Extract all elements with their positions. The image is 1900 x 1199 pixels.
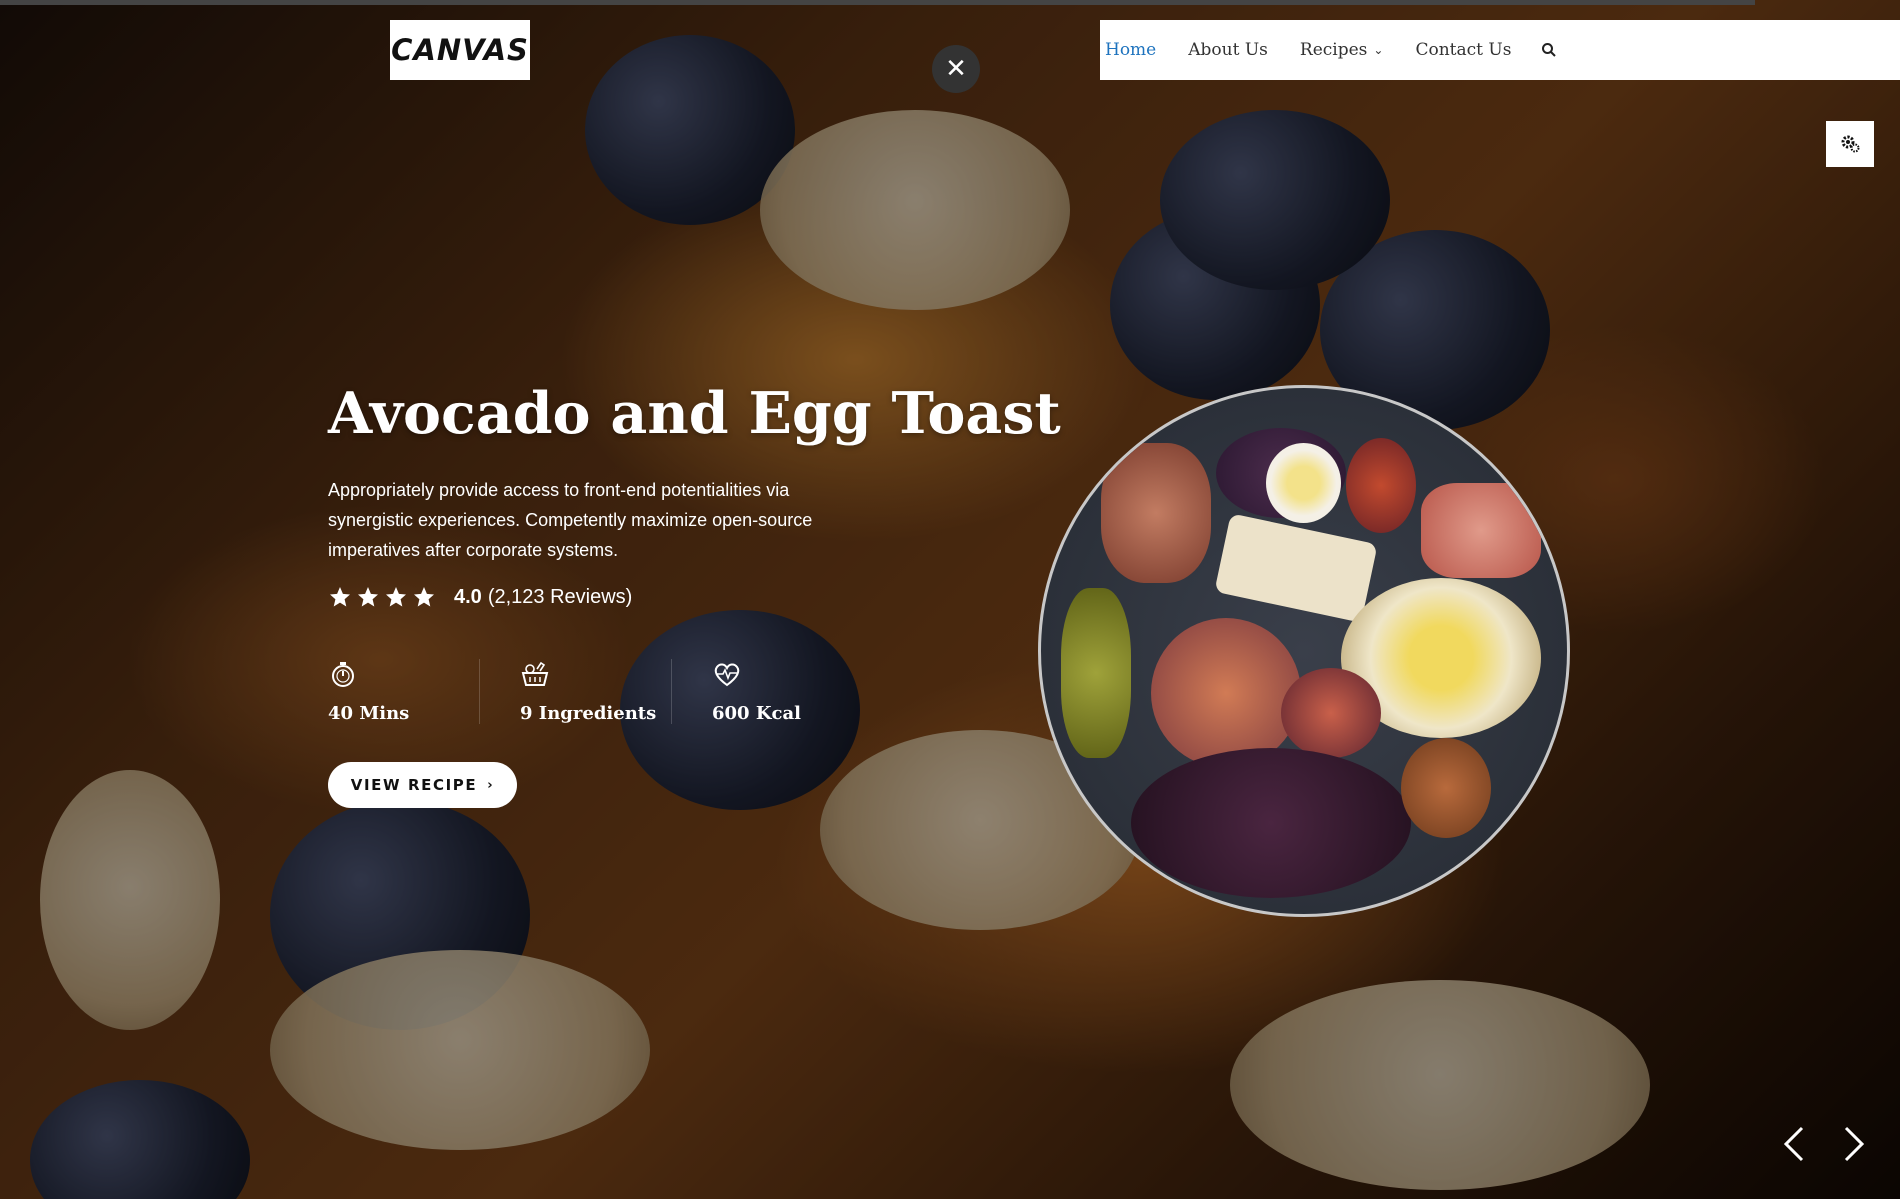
chevron-right-icon: › <box>487 777 495 793</box>
recipe-rating: 4.0 (2,123 Reviews) <box>328 585 1061 609</box>
nav-item-contact-us[interactable]: Contact Us <box>1415 40 1511 60</box>
recipe-title: Avocado and Egg Toast <box>328 380 1061 447</box>
loading-bar <box>0 0 1755 5</box>
settings-button[interactable] <box>1826 121 1874 167</box>
main-navigation: Home About Us Recipes ⌄ Contact Us <box>1100 20 1900 80</box>
search-icon[interactable] <box>1541 42 1557 58</box>
nav-item-about-us[interactable]: About Us <box>1188 40 1268 60</box>
nav-item-home[interactable]: Home <box>1105 40 1156 60</box>
stat-ingredients: 9 Ingredients <box>479 659 671 724</box>
chevron-right-icon[interactable] <box>1842 1124 1866 1164</box>
site-logo[interactable]: CANVAS <box>390 20 530 80</box>
nav-item-recipes[interactable]: Recipes ⌄ <box>1300 40 1384 60</box>
chevron-left-icon[interactable] <box>1782 1124 1806 1164</box>
gears-icon <box>1841 135 1860 153</box>
star-icon <box>386 587 406 607</box>
recipe-stats: 40 Mins 9 Ingredients 600 Kcal <box>328 659 1061 724</box>
rating-value: 4.0 <box>454 585 482 608</box>
view-recipe-button[interactable]: VIEW RECIPE › <box>328 762 517 808</box>
close-button[interactable]: ✕ <box>932 45 980 93</box>
rating-stars <box>328 585 436 609</box>
close-icon: ✕ <box>945 54 967 84</box>
heartbeat-icon <box>714 663 740 687</box>
chevron-down-icon: ⌄ <box>1373 43 1384 57</box>
star-icon <box>414 587 434 607</box>
star-icon <box>358 587 378 607</box>
hero-content: Avocado and Egg Toast Appropriately prov… <box>328 380 1061 808</box>
stopwatch-icon <box>332 662 354 687</box>
star-icon <box>330 587 350 607</box>
review-count: (2,123 Reviews) <box>487 585 633 608</box>
slider-navigation <box>1782 1124 1866 1164</box>
basket-icon <box>521 661 549 686</box>
stat-calories: 600 Kcal <box>671 659 801 724</box>
stat-time: 40 Mins <box>328 659 479 724</box>
recipe-plate-image <box>1038 385 1570 917</box>
recipe-description: Appropriately provide access to front-en… <box>328 480 813 560</box>
logo-text: CANVAS <box>391 33 529 67</box>
